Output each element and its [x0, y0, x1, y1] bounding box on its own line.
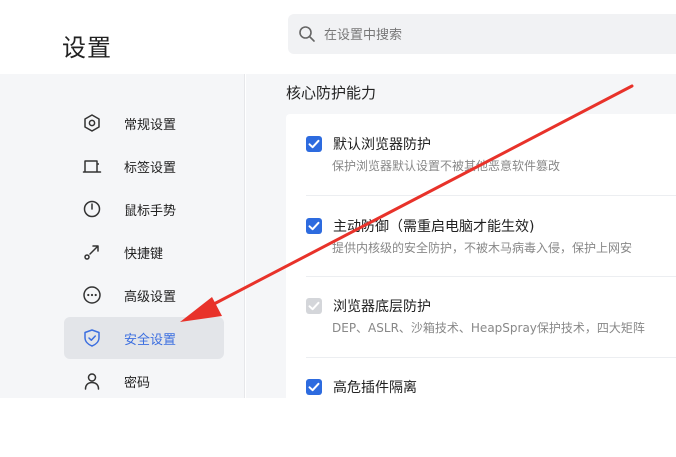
sidebar-item-label: 密码 [124, 376, 151, 391]
option-description: 保护浏览器默认设置不被其他恶意软件篡改 [332, 159, 561, 173]
sidebar-item-security[interactable]: 安全设置 [64, 317, 224, 359]
check-icon [308, 139, 320, 149]
sidebar-item-general[interactable]: 常规设置 [64, 102, 224, 144]
sidebar-item-label: 常规设置 [124, 118, 177, 133]
sidebar-item-label: 鼠标手势 [124, 204, 177, 219]
check-icon [308, 301, 320, 311]
option-description: DEP、ASLR、沙箱技术、HeapSpray保护技术，四大矩阵 [332, 321, 645, 335]
sidebar-item-advanced[interactable]: 高级设置 [64, 274, 224, 316]
sidebar-item-shortcuts[interactable]: 快捷键 [64, 231, 224, 273]
divider [306, 195, 676, 196]
checkbox[interactable] [306, 379, 322, 395]
sidebar-item-tabs[interactable]: 标签设置 [64, 145, 224, 187]
search-icon [299, 26, 315, 42]
check-icon [308, 382, 320, 392]
person-icon [84, 373, 100, 390]
divider [306, 276, 676, 277]
shield-icon [84, 329, 100, 347]
checkbox-disabled [306, 298, 322, 314]
checkbox[interactable] [306, 136, 322, 152]
header-bar: 设置 [0, 0, 676, 74]
sidebar-item-mouse-gestures[interactable]: 鼠标手势 [64, 188, 224, 230]
sidebar-item-label: 高级设置 [124, 290, 177, 305]
tab-icon [82, 160, 102, 173]
check-icon [308, 221, 320, 231]
option-title: 高危插件隔离 [333, 380, 417, 396]
option-description: 提供内核级的安全防护，不被木马病毒入侵，保护上网安 [332, 241, 633, 255]
sidebar: 常规设置 标签设置 鼠标手势 快捷键 高级设置 安全设置 密码 [0, 74, 245, 398]
option-default-browser-protection: 默认浏览器防护 保护浏览器默认设置不被其他恶意软件篡改 [306, 134, 676, 214]
sidebar-item-passwords[interactable]: 密码 [64, 360, 224, 402]
sidebar-item-label: 安全设置 [124, 333, 177, 348]
page-title: 设置 [62, 34, 112, 62]
option-title: 主动防御（需重启电脑才能生效) [333, 219, 535, 235]
divider [306, 357, 676, 358]
more-circle-icon [83, 286, 101, 304]
option-title: 默认浏览器防护 [333, 137, 431, 153]
mouse-icon [83, 200, 101, 218]
option-active-defense: 主动防御（需重启电脑才能生效) 提供内核级的安全防护，不被木马病毒入侵，保护上网… [306, 216, 676, 296]
checkbox[interactable] [306, 218, 322, 234]
search-input[interactable] [322, 14, 666, 56]
search-box[interactable] [288, 14, 676, 56]
option-title: 浏览器底层防护 [333, 299, 431, 315]
main-content: 核心防护能力 默认浏览器防护 保护浏览器默认设置不被其他恶意软件篡改 主动防御（… [246, 74, 676, 414]
option-high-risk-plugin-isolation: 高危插件隔离 [306, 377, 676, 457]
hexagon-settings-icon [84, 114, 100, 132]
sidebar-item-label: 快捷键 [124, 247, 164, 262]
option-browser-low-level-protection: 浏览器底层防护 DEP、ASLR、沙箱技术、HeapSpray保护技术，四大矩阵 [306, 296, 676, 376]
sidebar-item-label: 标签设置 [124, 161, 177, 176]
section-title: 核心防护能力 [286, 84, 377, 102]
shortcut-arrow-icon [84, 245, 99, 260]
settings-card: 默认浏览器防护 保护浏览器默认设置不被其他恶意软件篡改 主动防御（需重启电脑才能… [286, 114, 676, 414]
